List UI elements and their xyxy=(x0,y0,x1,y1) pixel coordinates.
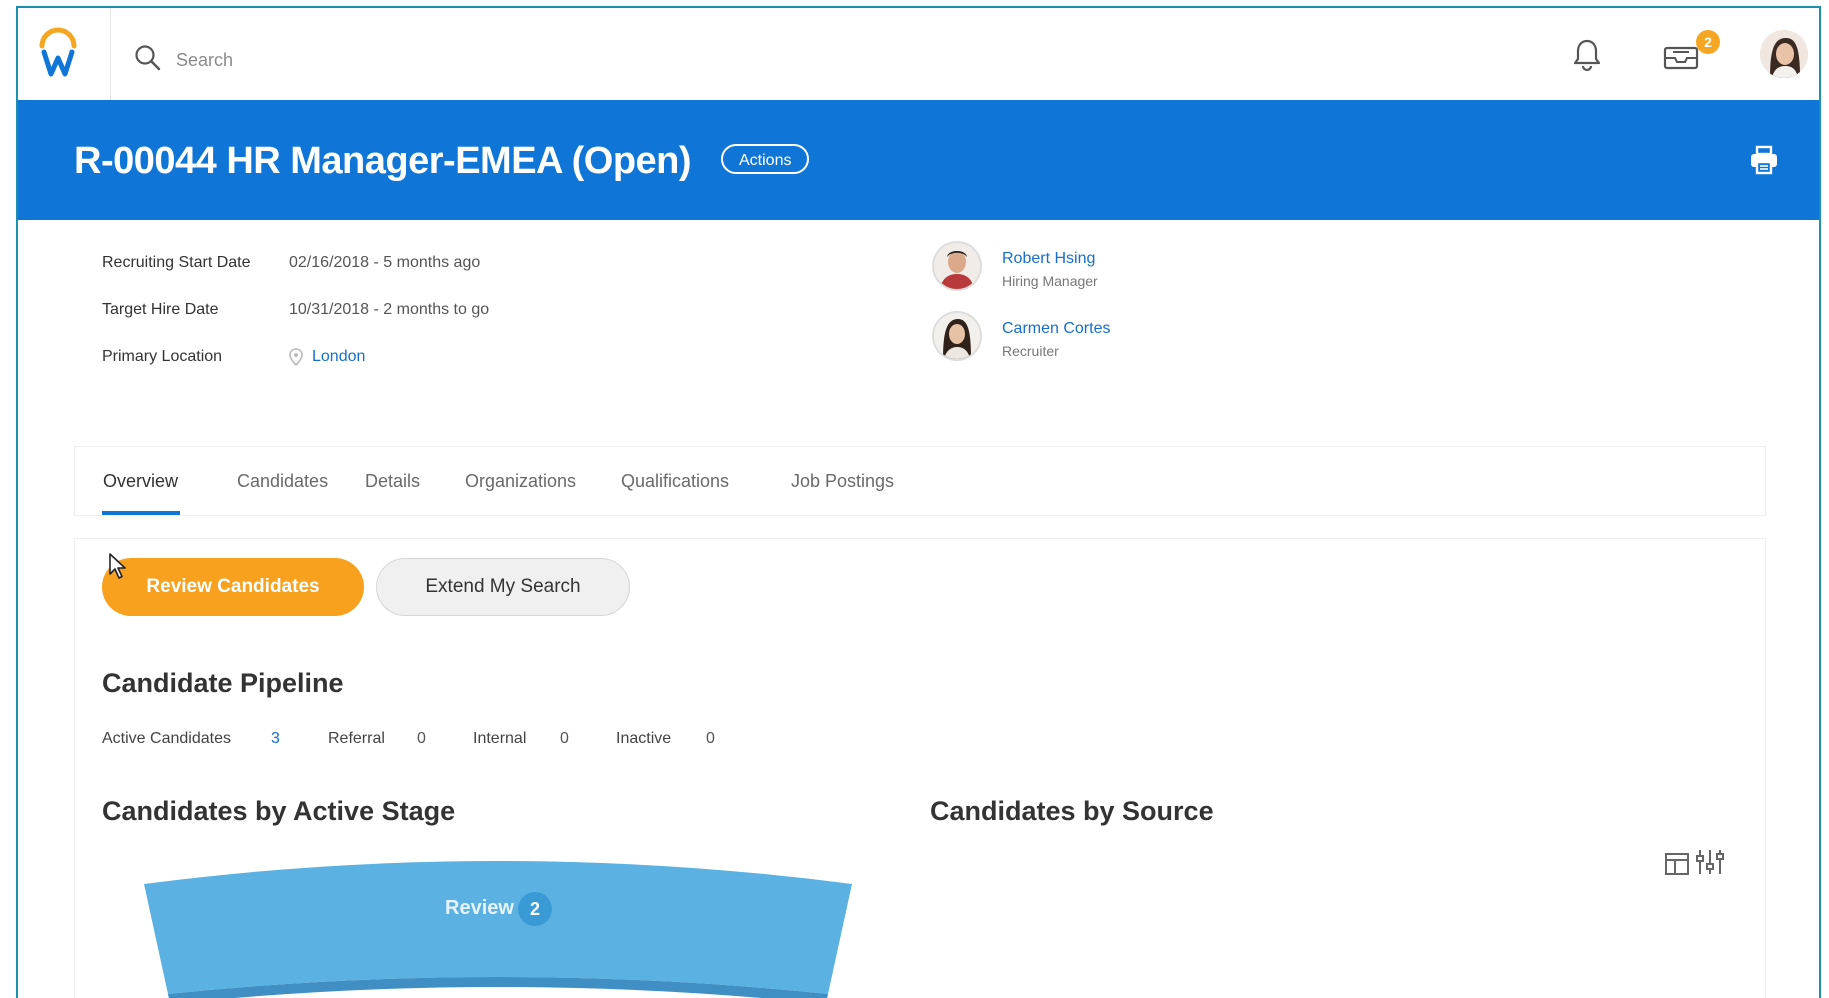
workday-logo[interactable] xyxy=(18,8,111,100)
inbox-icon[interactable] xyxy=(1662,38,1700,77)
internal-label: Internal xyxy=(473,730,527,747)
referral-label: Referral xyxy=(328,730,385,747)
inactive-count: 0 xyxy=(706,730,715,747)
primary-location-link[interactable]: London xyxy=(312,348,365,366)
user-avatar[interactable] xyxy=(1760,30,1808,78)
primary-location-label: Primary Location xyxy=(102,348,223,365)
internal-count: 0 xyxy=(560,730,569,747)
tab-qualifications[interactable]: Qualifications xyxy=(621,471,729,492)
hiring-manager-avatar[interactable] xyxy=(932,241,982,291)
referral-count: 0 xyxy=(417,730,426,747)
funnel-stage-review[interactable] xyxy=(138,856,858,998)
tab-candidates[interactable]: Candidates xyxy=(237,471,328,492)
page-header: R-00044 HR Manager-EMEA (Open) Actions xyxy=(18,100,1819,220)
tab-details[interactable]: Details xyxy=(365,471,420,492)
inbox-count-badge: 2 xyxy=(1696,30,1720,54)
app-frame: Search 2 R-00044 HR Manager-EMEA (Open) … xyxy=(16,6,1821,998)
print-icon[interactable] xyxy=(1748,144,1780,181)
tab-bar: Overview Candidates Details Organization… xyxy=(74,446,1766,516)
tab-overview[interactable]: Overview xyxy=(103,471,178,492)
inactive-label: Inactive xyxy=(616,730,672,747)
recruiter-role: Recruiter xyxy=(1002,343,1059,359)
search-input[interactable]: Search xyxy=(176,50,233,71)
tab-job-postings[interactable]: Job Postings xyxy=(791,471,894,492)
recruiter-avatar[interactable] xyxy=(932,311,982,361)
hiring-manager-name-link[interactable]: Robert Hsing xyxy=(1002,250,1095,268)
candidates-by-source-title: Candidates by Source xyxy=(930,796,1214,826)
notifications-bell-icon[interactable] xyxy=(1572,38,1602,77)
top-bar: Search 2 xyxy=(18,8,1819,101)
hiring-manager-role: Hiring Manager xyxy=(1002,273,1098,289)
funnel-stage-count: 2 xyxy=(518,892,552,926)
mouse-cursor-icon xyxy=(108,552,128,585)
funnel-stage-label: Review xyxy=(445,897,514,919)
recruiting-start-date-value: 02/16/2018 - 5 months ago xyxy=(289,254,481,271)
extend-my-search-button[interactable]: Extend My Search xyxy=(376,558,630,616)
review-candidates-button[interactable]: Review Candidates xyxy=(102,558,364,616)
location-pin-icon xyxy=(289,348,303,371)
page-title: R-00044 HR Manager-EMEA (Open) xyxy=(74,140,692,182)
target-hire-date-label: Target Hire Date xyxy=(102,301,219,318)
recruiting-start-date-label: Recruiting Start Date xyxy=(102,254,251,271)
candidate-pipeline-title: Candidate Pipeline xyxy=(102,668,344,698)
candidates-by-stage-title: Candidates by Active Stage xyxy=(102,796,456,826)
table-view-icon[interactable] xyxy=(1664,846,1728,880)
active-candidates-count[interactable]: 3 xyxy=(271,730,280,748)
tab-organizations[interactable]: Organizations xyxy=(465,471,576,492)
search-icon[interactable] xyxy=(134,44,162,77)
active-tab-indicator xyxy=(102,511,180,515)
active-candidates-label: Active Candidates xyxy=(102,730,231,747)
chart-tools xyxy=(1664,846,1728,885)
actions-button[interactable]: Actions xyxy=(721,144,810,174)
target-hire-date-value: 10/31/2018 - 2 months to go xyxy=(289,301,490,318)
recruiter-name-link[interactable]: Carmen Cortes xyxy=(1002,320,1110,338)
